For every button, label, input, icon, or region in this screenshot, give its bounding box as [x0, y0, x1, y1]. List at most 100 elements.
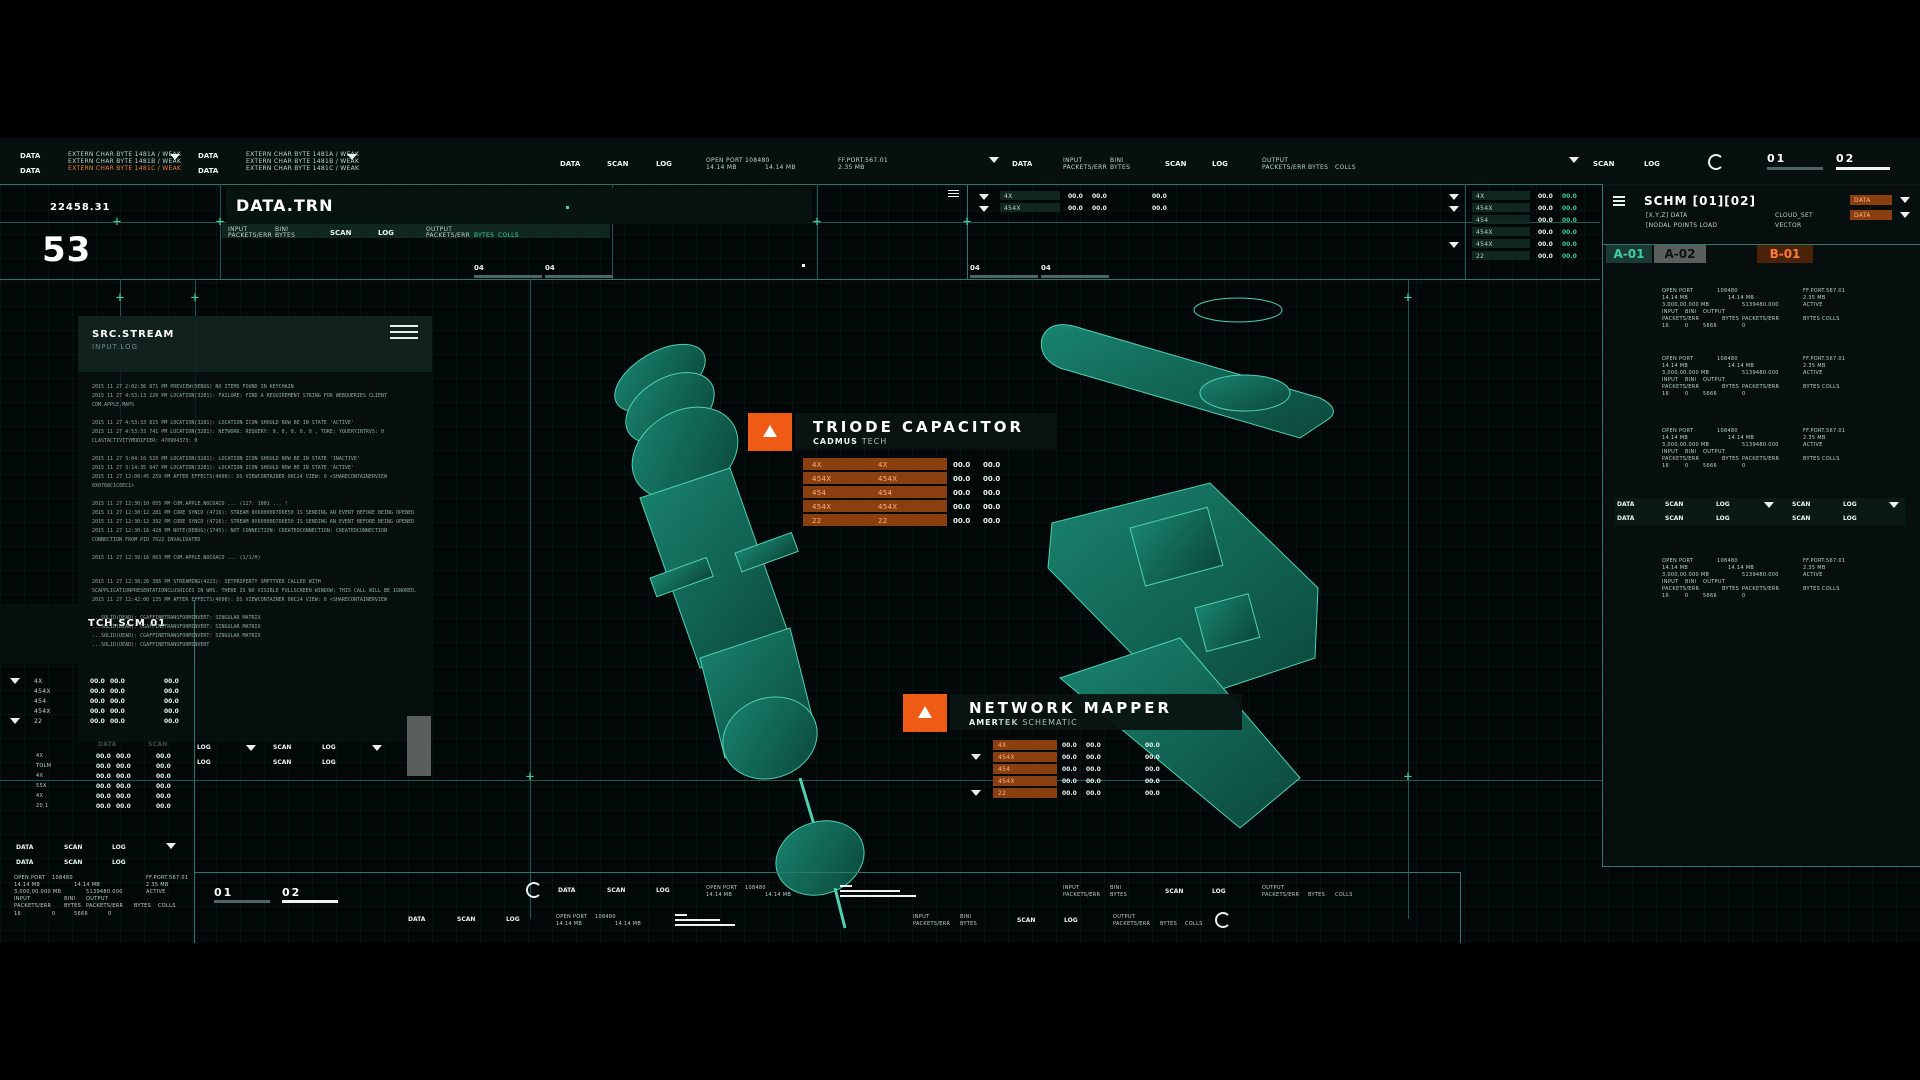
triode-cell: 00.0 [953, 489, 971, 497]
tch-val: 00.0 [156, 803, 171, 810]
schm-data-text: OUTPUT [1703, 309, 1726, 315]
mid-text: COLLS [1185, 921, 1203, 927]
schm-data-text: INPUT [1662, 309, 1679, 315]
schm-data-text: 14.14 MB [1728, 565, 1755, 571]
schm-data-text: 108480 [1717, 356, 1738, 362]
port-text: 14.14 MB [765, 892, 792, 898]
triode-cell: 00.0 [983, 503, 1001, 511]
tch-val: 00.0 [164, 688, 179, 695]
log-line: 2015 11 27 4:53:33 815 PM LOCATION(3281)… [92, 420, 354, 426]
signal-line [840, 885, 852, 887]
schm-data-text: 0 [1685, 463, 1689, 469]
ctrl-scan[interactable]: SCAN [1165, 888, 1183, 895]
tab-02[interactable]: 02 [282, 886, 301, 899]
triode-cell: 00.0 [953, 461, 971, 469]
mid-text: PACKETS/ERR [1262, 892, 1300, 898]
tch-val: 00.0 [116, 773, 131, 780]
triode-cell: 00.0 [983, 517, 1001, 525]
sync-icon [1215, 912, 1231, 928]
dropdown-arrow-icon[interactable] [10, 718, 20, 724]
netmap-cell: 22 [998, 790, 1007, 797]
schm-data-text: 5139480.000 [1742, 370, 1779, 376]
dropdown-arrow-icon[interactable] [10, 678, 20, 684]
tch-val: 00.0 [156, 773, 171, 780]
warning-icon[interactable] [748, 413, 792, 451]
dropdown-arrow-icon[interactable] [971, 754, 981, 760]
schm-data-text: 16 [1662, 391, 1669, 397]
ctrl-scan[interactable]: SCAN [1017, 917, 1035, 924]
triode-cell: 4X [878, 461, 888, 469]
tch-key: 4X [36, 793, 44, 799]
tch-val: 00.0 [164, 708, 179, 715]
tch-val: 00.0 [110, 688, 125, 695]
schm-data-text: 2.35 MB [1803, 565, 1826, 571]
triode-cell: 00.0 [983, 461, 1001, 469]
tch-val: 00.0 [156, 753, 171, 760]
schm-data-text: OUTPUT [1703, 377, 1726, 383]
right-row-key: 4X [1476, 193, 1485, 200]
mid-text: BYTES [1160, 921, 1178, 927]
ctrl-log[interactable]: LOG [1064, 917, 1078, 924]
tch-val: 00.0 [164, 698, 179, 705]
netmap-cell: 00.0 [1086, 766, 1101, 773]
tch-val: 00.0 [116, 763, 131, 770]
mid-text: BYTES [960, 921, 978, 927]
signal-line [675, 924, 735, 926]
ctrl-log[interactable]: LOG [656, 887, 670, 894]
schm-data-text: 2.35 MB [1803, 295, 1826, 301]
port-text: 108480 [595, 914, 616, 920]
mid-text: INPUT [1063, 885, 1080, 891]
schm-data-text: OUTPUT [1703, 579, 1726, 585]
tch-val: 00.0 [156, 763, 171, 770]
triode-cell: 00.0 [983, 489, 1001, 497]
tab-01[interactable]: 01 [214, 886, 233, 899]
log-line: SCAPPLICATIONPRESENTATIONCLUSRICES IN WH… [92, 588, 418, 594]
tch-val: 00.0 [164, 678, 179, 685]
netmap-cell: 454X [998, 754, 1015, 761]
mid-text: BYTES [1110, 892, 1128, 898]
netmap-cell: 454 [998, 766, 1011, 773]
log-line: CLASTACTIVITYMODIFIER: 470904373: 0 [92, 438, 198, 444]
schm-data-text: 0 [1685, 391, 1689, 397]
dropdown-arrow-icon[interactable] [971, 790, 981, 796]
triode-cell: 454X [878, 503, 898, 511]
schm-data-text: COLLS [1822, 384, 1840, 390]
right-row-val: 00.0 [1538, 205, 1553, 212]
mid-text: PACKETS/ERR [913, 921, 951, 927]
schm-data-text: 108480 [1717, 428, 1738, 434]
right-row-val: 00.0 [1538, 193, 1553, 200]
schm-data-text: ACTIVE [1803, 572, 1823, 578]
schm-data-text: 5666 [1703, 593, 1717, 599]
schm-data-text: 16 [1662, 593, 1669, 599]
log-line: 2015 11 27 12:38:26 386 PM STREAMING(422… [92, 579, 321, 585]
schm-data-text: 16 [1662, 323, 1669, 329]
schm-data-text: PACKETS/ERR [1742, 316, 1780, 322]
log-line: 2015 11 27 12:30:12 281 PM CORE SYNCD (4… [92, 510, 415, 516]
schematic-artwork [614, 297, 1334, 929]
ctrl-log[interactable]: LOG [1212, 888, 1226, 895]
netmap-cell: 00.0 [1062, 742, 1077, 749]
schm-data-text: 14.14 MB [1728, 363, 1755, 369]
schm-data-text: OPEN PORT [1662, 356, 1694, 362]
right-row-key: 454 [1476, 217, 1489, 224]
ctrl-scan[interactable]: SCAN [607, 887, 625, 894]
schm-data-text: COLLS [1822, 316, 1840, 322]
log-line: 2015 11 27 4:53:33 741 PM LOCATION(3281)… [92, 429, 384, 435]
ctrl-data: DATA [558, 887, 576, 894]
schm-data-text: 108480 [1717, 558, 1738, 564]
log-line: COM.APPLE.MAPS [92, 402, 135, 408]
schm-data-text: ACTIVE [1803, 442, 1823, 448]
schm-data-text: 14.14 MB [1662, 363, 1689, 369]
schm-data-text: 5666 [1703, 323, 1717, 329]
right-row-val: 00.0 [1562, 205, 1577, 212]
right-row-val: 00.0 [1538, 241, 1553, 248]
warning-icon[interactable] [903, 694, 947, 732]
ctrl-log[interactable]: LOG [506, 916, 520, 923]
right-row-key: 454X [1476, 229, 1493, 236]
triode-cell: 454X [878, 475, 898, 483]
schm-data-text: 14.14 MB [1662, 565, 1689, 571]
ctrl-scan[interactable]: SCAN [457, 916, 475, 923]
schm-data-text: FF.PORT.567.01 [1803, 428, 1846, 434]
tch-key: 4X [34, 678, 43, 685]
right-row-val: 00.0 [1562, 193, 1577, 200]
